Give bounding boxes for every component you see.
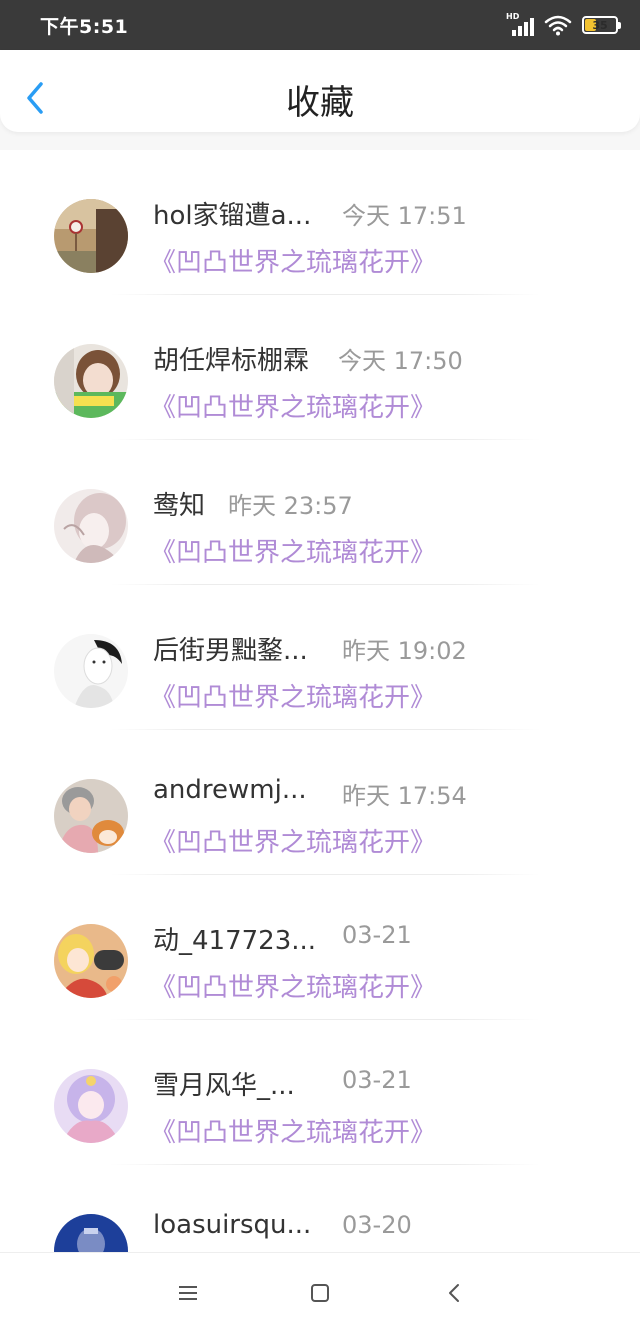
item-time: 昨天 17:54 xyxy=(342,782,467,810)
item-name[interactable]: andrewmj... xyxy=(153,775,307,805)
item-work-link[interactable]: 《凹凸世界之琉璃花开》 xyxy=(150,532,436,569)
item-time: 昨天 23:57 xyxy=(228,492,353,520)
list-item[interactable]: 后街男黜鍪... 昨天 19:02 《凹凸世界之琉璃花开》 xyxy=(0,585,640,730)
system-back-button[interactable] xyxy=(436,1275,472,1311)
system-nav-bar xyxy=(0,1252,640,1330)
network-type: HD xyxy=(506,12,520,21)
list-item[interactable]: hol家镏遭a... 今天 17:51 《凹凸世界之琉璃花开》 xyxy=(0,150,640,295)
status-time: 下午5:51 xyxy=(40,16,129,38)
avatar[interactable] xyxy=(54,634,128,708)
menu-button[interactable] xyxy=(170,1275,206,1311)
item-time: 今天 17:51 xyxy=(342,202,467,230)
item-time: 03-21 xyxy=(342,921,412,949)
list-item[interactable]: 鸯知 昨天 23:57 《凹凸世界之琉璃花开》 xyxy=(0,440,640,585)
avatar[interactable] xyxy=(54,924,128,998)
item-name[interactable]: 鸯知 xyxy=(153,485,205,522)
item-work-link[interactable]: 《凹凸世界之琉璃花开》 xyxy=(150,387,436,424)
avatar[interactable] xyxy=(54,344,128,418)
list-item[interactable]: andrewmj... 昨天 17:54 《凹凸世界之琉璃花开》 xyxy=(0,730,640,875)
item-name[interactable]: hol家镏遭a... xyxy=(153,195,311,232)
item-name[interactable]: 后街男黜鍪... xyxy=(153,630,308,667)
item-work-link[interactable]: 《凹凸世界之琉璃花开》 xyxy=(150,1112,436,1149)
item-time: 03-21 xyxy=(342,1066,412,1094)
item-work-link[interactable]: 《凹凸世界之琉璃花开》 xyxy=(150,967,436,1004)
home-button[interactable] xyxy=(302,1275,338,1311)
header-card: 收藏 xyxy=(0,50,640,132)
item-name[interactable]: loasuirsqu... xyxy=(153,1210,311,1240)
item-work-link[interactable]: 《凹凸世界之琉璃花开》 xyxy=(150,822,436,859)
item-work-link[interactable]: 《凹凸世界之琉璃花开》 xyxy=(150,677,436,714)
item-name[interactable]: 胡任焊标棚霖 xyxy=(153,340,309,377)
avatar[interactable] xyxy=(54,779,128,853)
status-indicators: HD 35 xyxy=(506,12,621,38)
avatar[interactable] xyxy=(54,489,128,563)
wifi-icon xyxy=(544,15,572,36)
item-name[interactable]: 动_417723... xyxy=(153,920,316,957)
item-time: 昨天 19:02 xyxy=(342,637,467,665)
item-time: 今天 17:50 xyxy=(338,347,463,375)
list-item[interactable]: 胡任焊标棚霖 今天 17:50 《凹凸世界之琉璃花开》 xyxy=(0,295,640,440)
header: 收藏 xyxy=(0,50,640,150)
avatar[interactable] xyxy=(54,1069,128,1143)
favorites-list: hol家镏遭a... 今天 17:51 《凹凸世界之琉璃花开》 胡任焊标棚霖 今… xyxy=(0,150,640,1310)
back-triangle-icon xyxy=(449,1284,459,1302)
item-work-link[interactable]: 《凹凸世界之琉璃花开》 xyxy=(150,242,436,279)
battery-icon: 35 xyxy=(582,16,621,34)
list-item[interactable]: 雪月风华_... 03-21 《凹凸世界之琉璃花开》 xyxy=(0,1020,640,1165)
battery-level: 35 xyxy=(592,18,608,32)
item-time: 03-20 xyxy=(342,1211,412,1239)
avatar[interactable] xyxy=(54,199,128,273)
list-item[interactable]: 动_417723... 03-21 《凹凸世界之琉璃花开》 xyxy=(0,875,640,1020)
home-square-icon xyxy=(311,1284,329,1302)
status-bar: 下午5:51 HD 35 xyxy=(0,0,640,50)
item-name[interactable]: 雪月风华_... xyxy=(153,1065,295,1102)
signal-icon: HD xyxy=(506,12,534,36)
menu-icon xyxy=(179,1286,197,1300)
page-title: 收藏 xyxy=(286,83,354,123)
